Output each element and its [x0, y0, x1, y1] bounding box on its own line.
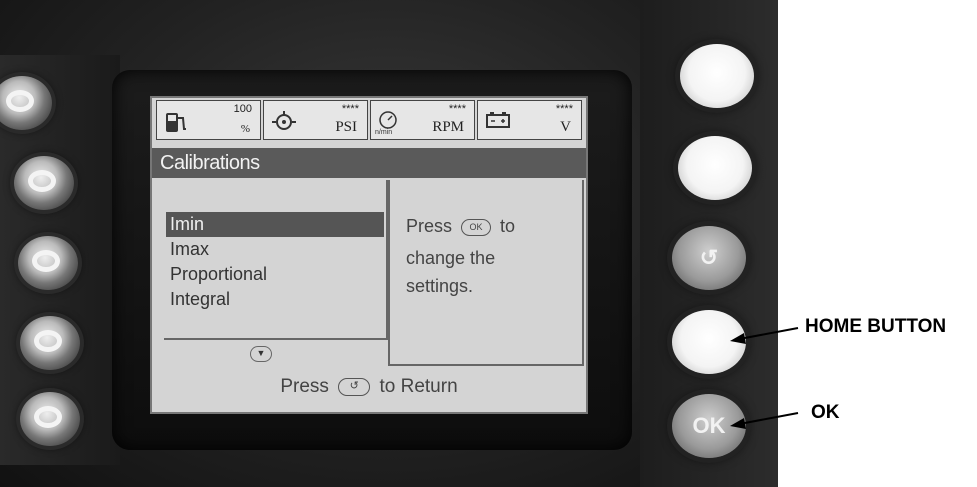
ok-callout-arrowhead: [730, 418, 746, 429]
ok-label: OK: [811, 402, 840, 423]
home-button-label: HOME BUTTON: [805, 316, 947, 337]
home-callout-arrowhead: [730, 333, 746, 344]
